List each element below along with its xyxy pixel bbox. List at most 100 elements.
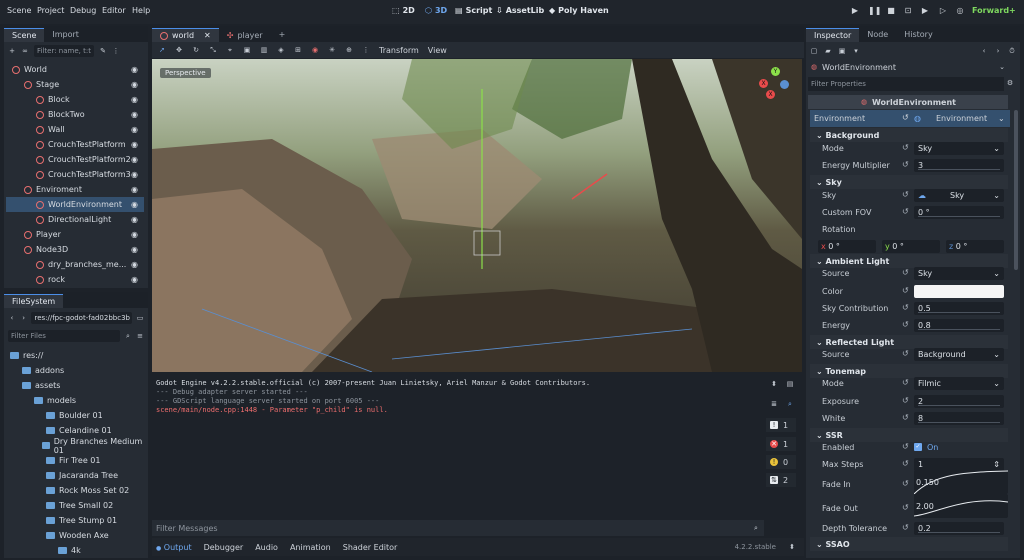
tab-inspector[interactable]: Inspector — [806, 28, 860, 42]
filesystem-item[interactable]: Tree Stump 01 — [6, 513, 144, 528]
filesystem-filter-input[interactable]: Filter Files — [8, 329, 120, 342]
filesystem-item[interactable]: Boulder 01 — [6, 408, 144, 423]
tab-audio[interactable]: Audio — [255, 543, 278, 552]
perspective-menu[interactable]: Perspective — [160, 68, 211, 78]
more-icon[interactable]: ⋮ — [362, 46, 370, 54]
group-icon[interactable]: ▥ — [260, 46, 268, 54]
link-icon[interactable]: ∞ — [21, 47, 29, 55]
scene-node[interactable]: CrouchTestPlatform3 ◉ — [6, 167, 144, 182]
view-gizmo[interactable]: Y X X — [758, 67, 792, 101]
tm_mode-select[interactable]: Filmic ⌄ — [914, 377, 1004, 390]
save-icon[interactable]: ▣ — [838, 47, 846, 55]
3d-viewport[interactable]: Perspective Y X X — [152, 59, 802, 372]
play-scene-icon[interactable]: ▶ — [920, 6, 930, 16]
new-resource-icon[interactable]: ▢ — [810, 47, 818, 55]
tab-animation[interactable]: Animation — [290, 543, 331, 552]
visibility-icon[interactable]: ◉ — [131, 260, 140, 269]
visibility-icon[interactable]: ◉ — [131, 155, 140, 164]
exposure-field[interactable]: 2 — [914, 395, 1004, 408]
revert-icon[interactable]: ↺ — [902, 207, 909, 216]
revert-icon[interactable]: ↺ — [902, 459, 909, 468]
filesystem-item[interactable]: Tree Small 02 — [6, 498, 144, 513]
revert-icon[interactable]: ↺ — [902, 479, 909, 488]
scene-node[interactable]: Wall ◉ — [6, 122, 144, 137]
back-icon[interactable]: ‹ — [8, 314, 16, 322]
refl_source-select[interactable]: Background ⌄ — [914, 348, 1004, 361]
scene-node[interactable]: dry_branches_me... ◉ — [6, 257, 144, 272]
visibility-icon[interactable]: ◉ — [131, 140, 140, 149]
filesystem-item[interactable]: Wooden Axe — [6, 528, 144, 543]
value-slider[interactable] — [918, 405, 1000, 406]
value-slider[interactable] — [918, 422, 1000, 423]
checkbox-icon[interactable]: ✓ — [914, 443, 922, 451]
scene-node[interactable]: Node3D ◉ — [6, 242, 144, 257]
filesystem-item[interactable]: Rock Moss Set 02 — [6, 483, 144, 498]
sort-icon[interactable]: ≡ — [136, 332, 144, 340]
search-icon[interactable]: ⌕ — [124, 332, 132, 340]
fov-field[interactable]: 0 ° — [914, 206, 1004, 219]
sun-icon[interactable]: ✳ — [328, 46, 336, 54]
environment-property[interactable]: Environment ↺ ◍ Environment ⌄ — [810, 110, 1010, 127]
filesystem-item[interactable]: Jacaranda Tree — [6, 468, 144, 483]
revert-icon[interactable]: ↺ — [902, 113, 909, 122]
workspace-script-button[interactable]: ▤ Script — [455, 6, 492, 15]
tab-scene[interactable]: Scene — [4, 28, 45, 42]
revert-icon[interactable]: ↺ — [902, 268, 909, 277]
menu-icon[interactable]: ⋮ — [112, 47, 120, 55]
tab-debugger[interactable]: Debugger — [204, 543, 244, 552]
menu-help[interactable]: Help — [132, 6, 150, 15]
renderer-selector[interactable]: Forward+ — [972, 6, 1016, 15]
tab-shader-editor[interactable]: Shader Editor — [343, 543, 398, 552]
transform-menu[interactable]: Transform — [379, 46, 419, 55]
layout-icon[interactable]: ▭ — [136, 314, 144, 322]
visibility-icon[interactable]: ◉ — [131, 200, 140, 209]
play-icon[interactable]: ▶ — [850, 6, 860, 16]
copy-icon[interactable]: ▤ — [786, 380, 794, 388]
scene-node[interactable]: Block ◉ — [6, 92, 144, 107]
filesystem-item[interactable]: 4k — [6, 543, 144, 556]
collapse-icon[interactable]: ≣ — [770, 400, 778, 408]
filesystem-item[interactable]: Dry Branches Medium 01 — [6, 437, 144, 455]
play-custom-icon[interactable]: ▷ — [938, 6, 948, 16]
visibility-icon[interactable]: ◉ — [131, 125, 140, 134]
scene-node[interactable]: Player ◉ — [6, 227, 144, 242]
clear-icon[interactable]: ⬍ — [770, 380, 778, 388]
view-menu[interactable]: View — [428, 46, 447, 55]
filter-error-button[interactable]: ✕ 1 — [766, 437, 796, 451]
filesystem-item[interactable]: Fir Tree 01 — [6, 453, 144, 468]
scene-node[interactable]: World ◉ — [6, 62, 144, 77]
add-tab-icon[interactable]: + — [271, 28, 294, 42]
rotation-z-field[interactable]: z 0 ° — [946, 240, 1004, 253]
gizmo-icon[interactable]: ◉ — [311, 46, 319, 54]
visibility-icon[interactable]: ◉ — [131, 170, 140, 179]
visibility-icon[interactable]: ◉ — [131, 245, 140, 254]
tab-node[interactable]: Node — [859, 28, 896, 42]
revert-icon[interactable]: ↺ — [902, 442, 909, 451]
scene-node[interactable]: BlockTwo ◉ — [6, 107, 144, 122]
filesystem-path-input[interactable]: res://fpc-godot-fad02bbc3b — [31, 311, 133, 324]
bg_mode-select[interactable]: Sky ⌄ — [914, 142, 1004, 155]
rotation-y-field[interactable]: y 0 ° — [882, 240, 940, 253]
load-icon[interactable]: ▰ — [824, 47, 832, 55]
tab-output[interactable]: ● Output — [156, 543, 192, 552]
filesystem-item[interactable]: models — [6, 393, 144, 408]
scene-node[interactable]: CrouchTestPlatform ◉ — [6, 137, 144, 152]
menu-project[interactable]: Project — [37, 6, 64, 15]
environment-icon[interactable]: ⊕ — [345, 46, 353, 54]
close-icon[interactable]: ✕ — [204, 31, 211, 40]
pause-icon[interactable]: ❚❚ — [868, 6, 881, 16]
scene-node[interactable]: DirectionalLight ◉ — [6, 212, 144, 227]
tools-icon[interactable]: ⚙ — [1006, 79, 1014, 87]
menu-scene[interactable]: Scene — [7, 6, 31, 15]
add-node-icon[interactable]: + — [8, 47, 16, 55]
forward-icon[interactable]: › — [20, 314, 28, 322]
sky-resource[interactable]: ☁ Sky ⌄ — [914, 189, 1004, 202]
panel-expand-icon[interactable]: ⬍ — [788, 543, 796, 551]
remote-debug-icon[interactable]: ⊡ — [903, 6, 913, 16]
revert-icon[interactable]: ↺ — [902, 160, 909, 169]
movie-maker-icon[interactable]: ◎ — [955, 6, 965, 16]
menu-debug[interactable]: Debug — [70, 6, 96, 15]
visibility-icon[interactable]: ◉ — [131, 230, 140, 239]
fade_out-curve[interactable]: 2.00 — [914, 494, 1008, 518]
revert-icon[interactable]: ↺ — [902, 303, 909, 312]
